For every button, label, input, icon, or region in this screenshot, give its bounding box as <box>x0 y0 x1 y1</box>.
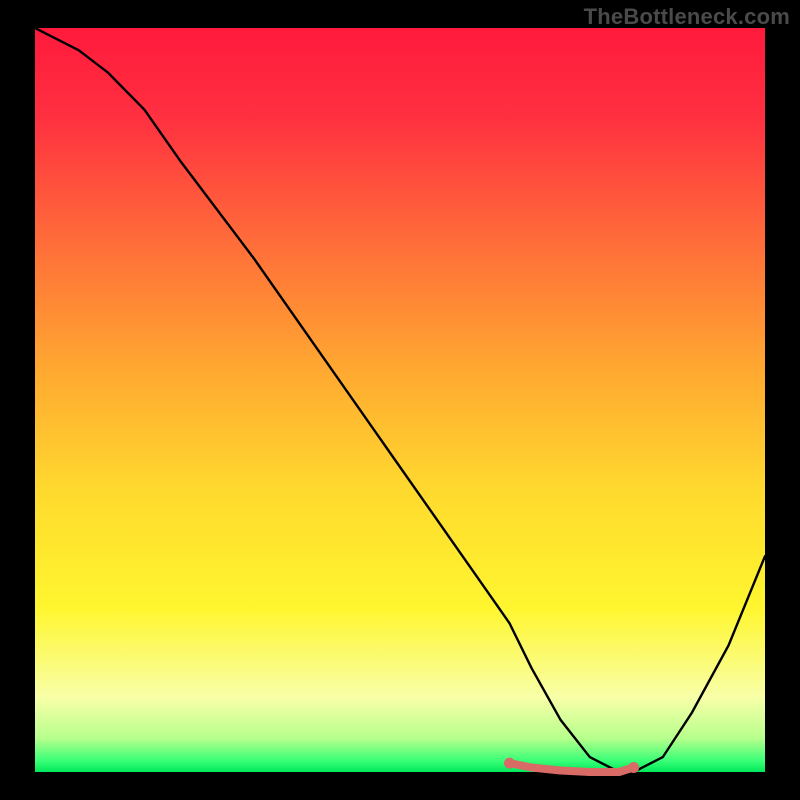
watermark-text: TheBottleneck.com <box>584 4 790 30</box>
chart-frame: { "watermark": "TheBottleneck.com", "gra… <box>0 0 800 800</box>
plot-gradient-background <box>35 28 765 772</box>
marker-dot <box>615 768 623 776</box>
marker-dot <box>527 764 535 772</box>
marker-dot <box>504 758 515 769</box>
marker-dot <box>557 767 565 775</box>
marker-dot <box>628 762 639 773</box>
bottleneck-chart <box>0 0 800 800</box>
marker-dot <box>586 768 594 776</box>
